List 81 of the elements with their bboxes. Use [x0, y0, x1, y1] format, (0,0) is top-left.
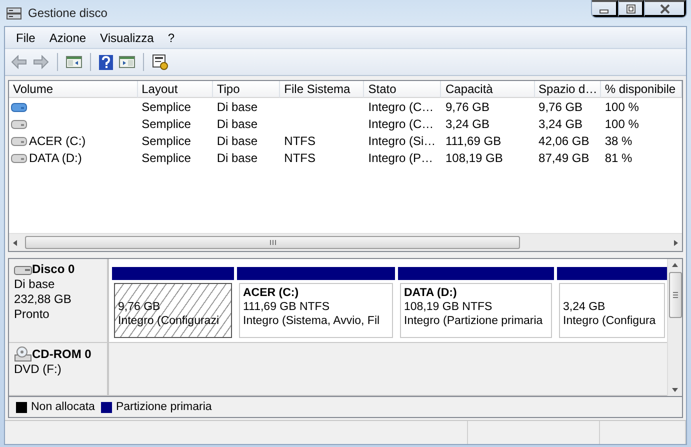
- table-cell-text: 38 %: [604, 134, 634, 148]
- menu-item[interactable]: File: [9, 30, 42, 44]
- partition-status: Integro (Configurazi: [118, 314, 220, 328]
- close-icon: [658, 4, 670, 14]
- column-header[interactable]: Tipo: [212, 81, 280, 98]
- column-header[interactable]: Stato: [364, 81, 442, 98]
- table-cell-text: Semplice: [140, 116, 192, 130]
- table-cell-text: Integro (P…: [367, 150, 434, 164]
- column-header[interactable]: Volume: [9, 81, 138, 98]
- maximize-icon: [624, 4, 636, 14]
- table-cell-text: Integro (Si…: [367, 134, 437, 148]
- partition-name: DATA (D:): [404, 286, 458, 300]
- table-cell-text: 3,24 GB: [444, 116, 491, 130]
- drive-icon: [14, 264, 32, 274]
- close-button[interactable]: [644, 0, 686, 17]
- table-cell-text: Di base: [216, 100, 259, 114]
- cd-drive-icon: [14, 346, 32, 362]
- window-title: Gestione disco: [28, 6, 108, 20]
- table-cell-text: 87,49 GB: [538, 150, 590, 164]
- table-cell-text: 42,06 GB: [538, 134, 590, 148]
- horizontal-scrollbar[interactable]: [9, 233, 682, 251]
- table-cell-text: Semplice: [140, 134, 192, 148]
- drive-icon: [11, 152, 27, 162]
- menu-item[interactable]: ?: [160, 30, 182, 44]
- partition-size: 111,69 GB NTFS: [243, 300, 330, 314]
- table-cell-text: 3,24 GB: [538, 116, 584, 130]
- partition-name: ACER (C:): [243, 286, 300, 300]
- table-cell-text: Integro (C…: [367, 100, 435, 114]
- table-cell: ACER (C:): [29, 134, 86, 148]
- drive-icon: [11, 118, 27, 128]
- partition-size: 108,19 GB NTFS: [404, 300, 494, 314]
- panel-icon[interactable]: [66, 55, 82, 69]
- forward-arrow-icon[interactable]: [33, 55, 49, 69]
- table-cell-text: Di base: [216, 116, 259, 130]
- menu-item[interactable]: Azione: [42, 30, 94, 44]
- table-cell-text: Semplice: [140, 100, 192, 114]
- column-header[interactable]: Layout: [138, 81, 213, 98]
- table-cell-text: 108,19 GB: [444, 150, 504, 164]
- table-cell-text: Di base: [216, 150, 259, 164]
- legend-label: Non allocata: [31, 401, 95, 413]
- table-cell-text: Di base: [216, 134, 259, 148]
- table-cell-text: Semplice: [140, 150, 192, 164]
- table-cell-text: 9,76 GB: [538, 100, 584, 114]
- disk-name: CD-ROM 0: [32, 346, 92, 362]
- table-cell-text: 81 %: [604, 150, 634, 164]
- drive-icon: [11, 102, 27, 112]
- table-cell-text: 111,69 GB: [444, 134, 502, 148]
- column-header[interactable]: Capacità: [441, 81, 535, 98]
- disk-management-icon: [6, 6, 22, 20]
- column-header[interactable]: Spazio d…: [534, 81, 601, 98]
- maximize-button[interactable]: [618, 0, 644, 17]
- partition-size: 9,76 GB: [118, 300, 162, 314]
- disk-detail: Pronto: [14, 307, 50, 322]
- grip-icon: [268, 239, 276, 246]
- vertical-scrollbar[interactable]: [667, 259, 682, 396]
- properties-icon[interactable]: [152, 54, 168, 70]
- table-cell-text: 100 %: [604, 116, 640, 130]
- grip-icon: [672, 291, 678, 299]
- menu-item[interactable]: Visualizza: [93, 30, 161, 44]
- table-cell-text: NTFS: [283, 150, 316, 164]
- column-header[interactable]: % disponibile: [600, 81, 682, 98]
- disk-detail: 232,88 GB: [14, 292, 72, 307]
- minimize-button[interactable]: [592, 0, 618, 17]
- drive-icon: [11, 136, 27, 146]
- partition-size: 3,24 GB: [563, 300, 606, 314]
- table-cell-text: 100 %: [604, 100, 640, 114]
- legend-label: Partizione primaria: [116, 401, 212, 413]
- table-cell-text: Integro (C…: [367, 116, 435, 130]
- table-cell-text: 9,76 GB: [444, 100, 491, 114]
- panel-icon[interactable]: [119, 55, 135, 69]
- partition-status: Integro (Configura: [563, 314, 657, 328]
- disk-detail: DVD (F:): [14, 362, 62, 377]
- partition-status: Integro (Partizione primaria: [404, 314, 544, 328]
- table-cell-text: NTFS: [283, 134, 316, 148]
- back-arrow-icon[interactable]: [11, 55, 27, 69]
- disk-detail: Di base: [14, 277, 56, 292]
- partition-status: Integro (Sistema, Avvio, Fil: [243, 314, 381, 328]
- help-icon[interactable]: [99, 54, 113, 70]
- table-cell: DATA (D:): [29, 150, 82, 164]
- disk-name: Disco 0: [32, 262, 75, 277]
- column-header[interactable]: File Sistema: [280, 81, 364, 98]
